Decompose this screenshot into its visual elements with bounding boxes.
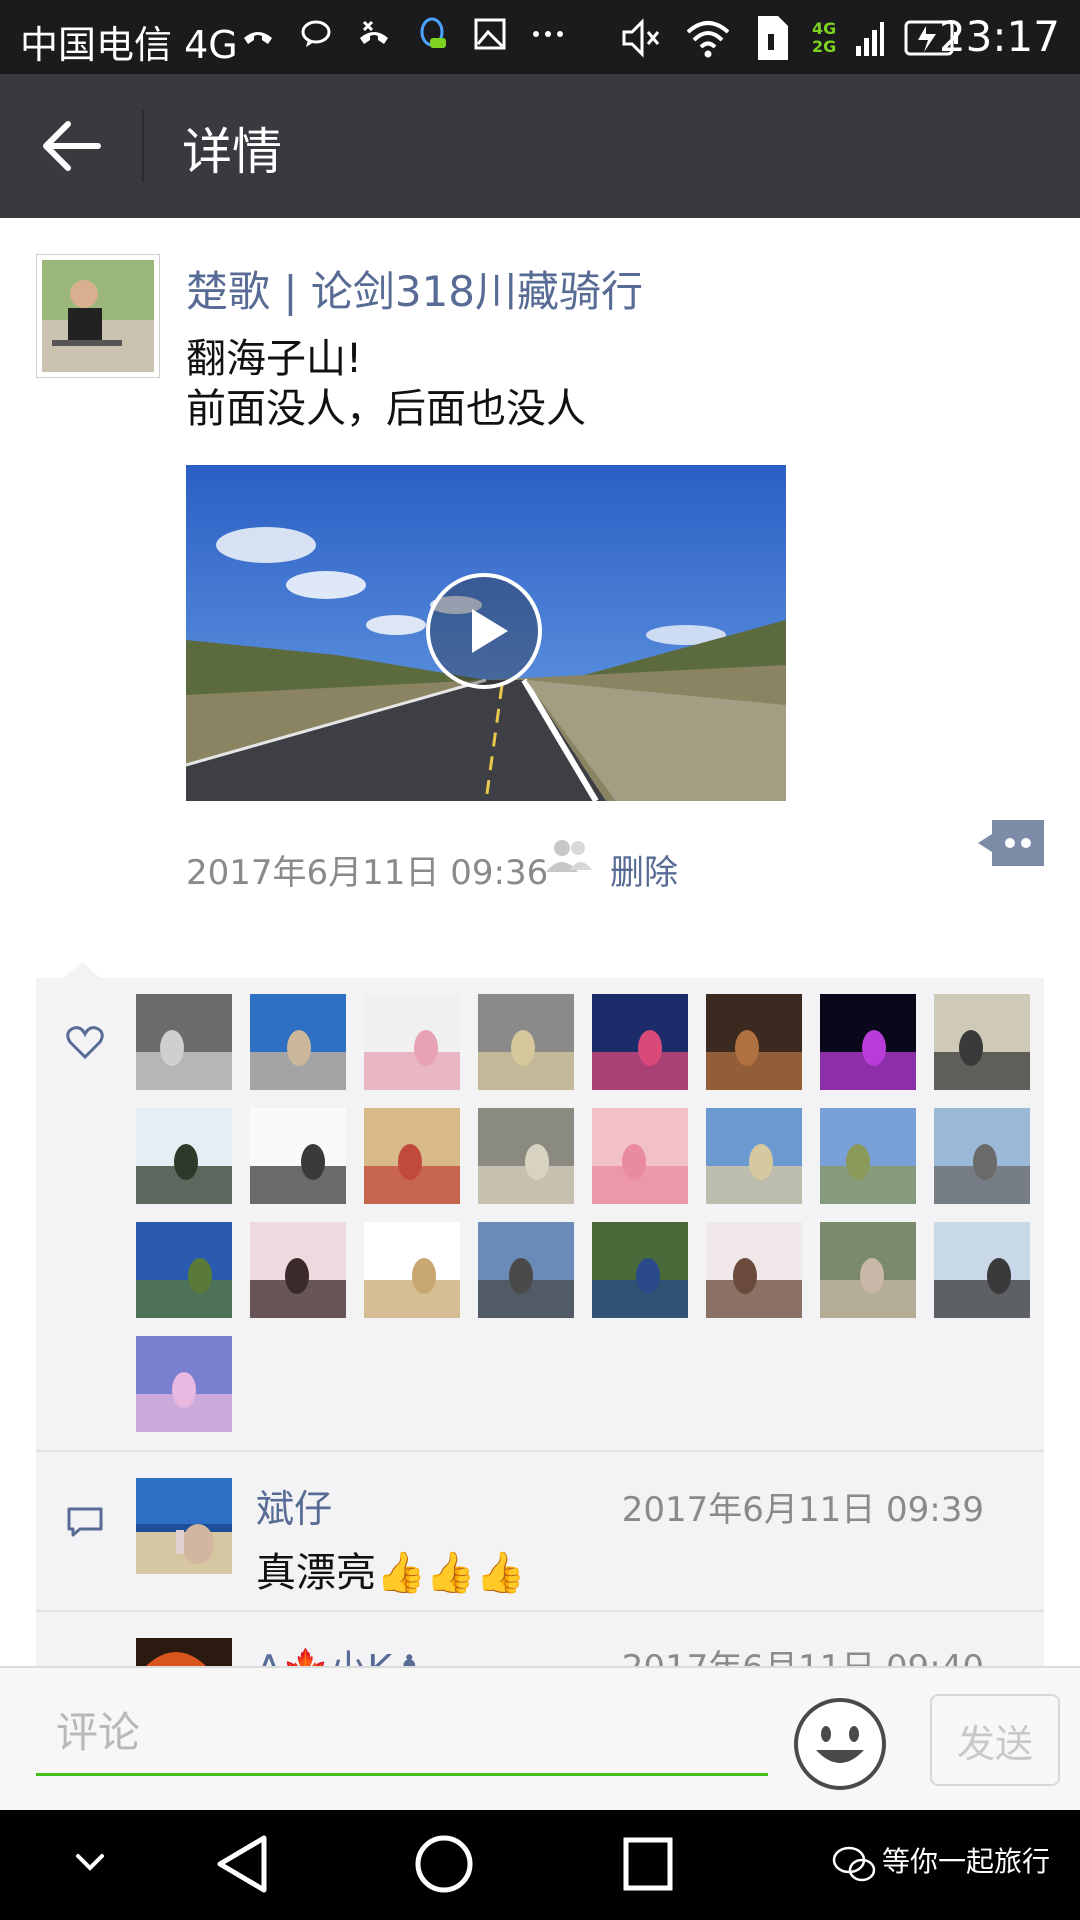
watermark-text: 等你一起旅行 (882, 1845, 1051, 1878)
image-icon (474, 18, 506, 50)
like-avatar[interactable] (364, 1108, 460, 1204)
nav-back-icon[interactable] (212, 1832, 272, 1896)
comment-input[interactable] (36, 1692, 768, 1776)
missed-call-icon (244, 32, 272, 44)
like-avatar[interactable] (478, 994, 574, 1090)
like-avatar[interactable] (478, 1108, 574, 1204)
back-arrow-icon[interactable] (40, 118, 104, 174)
qq-icon (420, 17, 446, 48)
wechat-logo-icon (832, 1846, 876, 1882)
comment-text: 真漂亮👍👍👍 (256, 1550, 526, 1596)
mute-icon (622, 18, 660, 58)
comment-action-icon[interactable] (978, 820, 1044, 866)
panel-divider (36, 1450, 1044, 1452)
like-avatar[interactable] (820, 1222, 916, 1318)
like-avatar[interactable] (934, 1108, 1030, 1204)
thumbs-up-emoji: 👍👍👍 (376, 1550, 526, 1596)
like-avatar[interactable] (706, 994, 802, 1090)
post-timestamp: 2017年6月11日 09:36 (186, 853, 549, 893)
system-icons: 4G 2G (620, 14, 960, 62)
like-avatar[interactable] (478, 1222, 574, 1318)
like-avatar[interactable] (820, 1108, 916, 1204)
clock: 23:17 (938, 12, 1060, 61)
post-text: 翻海子山! 前面没人，后面也没人 (186, 334, 586, 434)
delete-link[interactable]: 删除 (610, 845, 678, 894)
post-text-line2: 前面没人，后面也没人 (186, 386, 586, 432)
like-avatar[interactable] (136, 1336, 232, 1432)
author-name[interactable]: 楚歌 | 论剑318川藏骑行 (186, 258, 643, 319)
post-text-line1: 翻海子山! (186, 336, 363, 382)
like-avatar[interactable] (136, 1108, 232, 1204)
like-avatar[interactable] (706, 1108, 802, 1204)
comment-time: 2017年6月11日 09:39 (621, 1490, 984, 1530)
signal-icon (856, 22, 885, 56)
comment-author[interactable]: A🍁小K♟ (256, 1638, 426, 1666)
status-bar: 中国电信 4G 4G 2G 23:17 (0, 0, 1080, 74)
message-icon (301, 20, 331, 47)
comment-input-bar: 发送 (0, 1666, 1080, 1812)
likes-avatar-grid (136, 994, 1030, 1432)
like-avatar[interactable] (592, 1108, 688, 1204)
like-avatar[interactable] (364, 994, 460, 1090)
like-avatar[interactable] (592, 994, 688, 1090)
toolbar-divider (142, 110, 144, 182)
like-avatar[interactable] (592, 1222, 688, 1318)
more-icon (533, 31, 563, 37)
like-avatar[interactable] (706, 1222, 802, 1318)
like-avatar[interactable] (250, 1222, 346, 1318)
send-button[interactable]: 发送 (930, 1694, 1060, 1786)
like-avatar[interactable] (934, 994, 1030, 1090)
page-title: 详情 (182, 123, 282, 181)
carrier-label: 中国电信 4G (20, 23, 238, 67)
network-type-badge: 4G 2G (812, 19, 837, 56)
avatar-photo (42, 260, 154, 372)
like-avatar[interactable] (364, 1222, 460, 1318)
sim-icon (758, 16, 788, 60)
comment-author[interactable]: 斌仔 (256, 1478, 332, 1533)
author-avatar[interactable] (36, 254, 160, 378)
nav-home-icon[interactable] (414, 1832, 474, 1896)
comment-2-clip: A🍁小K♟ 2017年6月11日 09:40 (0, 1634, 1080, 1666)
comment-icon (67, 1507, 103, 1537)
toolbar: 详情 (0, 74, 1080, 218)
like-avatar[interactable] (820, 994, 916, 1090)
comment-time: 2017年6月11日 09:40 (622, 1640, 984, 1666)
play-button[interactable] (426, 573, 542, 689)
notification-icons (240, 16, 566, 52)
nav-recents-icon[interactable] (618, 1832, 678, 1896)
video-thumbnail[interactable] (186, 465, 786, 801)
comment-avatar[interactable] (136, 1478, 232, 1574)
like-avatar[interactable] (136, 1222, 232, 1318)
emoji-icon[interactable] (792, 1696, 888, 1792)
heart-icon (66, 1026, 104, 1060)
panel-divider (36, 1610, 1044, 1612)
like-avatar[interactable] (250, 994, 346, 1090)
like-avatar[interactable] (934, 1222, 1030, 1318)
visibility-group-icon (546, 840, 592, 872)
wifi-icon (686, 21, 730, 58)
hide-keyboard-icon[interactable] (72, 1848, 108, 1876)
play-icon (472, 609, 508, 653)
like-avatar[interactable] (136, 994, 232, 1090)
like-avatar[interactable] (250, 1108, 346, 1204)
missed-call-2-icon (360, 20, 388, 44)
